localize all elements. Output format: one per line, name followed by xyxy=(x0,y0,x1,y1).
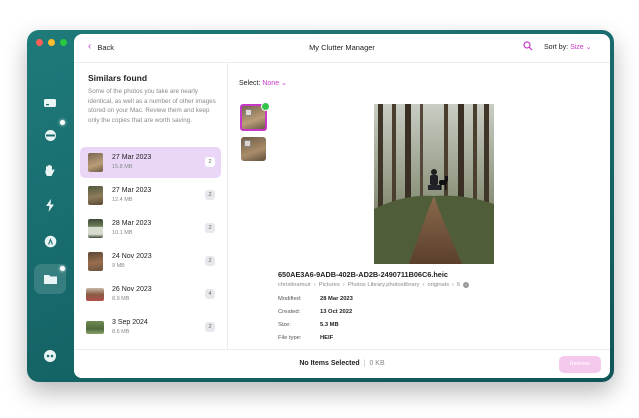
info-key: Modified: xyxy=(278,296,302,302)
path-separator: › xyxy=(422,282,425,288)
lightning-speed-icon[interactable] xyxy=(39,194,61,216)
checkbox[interactable] xyxy=(244,140,251,147)
group-size: 8.6 MB xyxy=(112,329,130,335)
hand-privacy-icon[interactable] xyxy=(39,159,61,181)
path-separator: › xyxy=(313,282,316,288)
info-value: 5.3 MB xyxy=(320,322,339,328)
path-segment[interactable]: 6 xyxy=(457,282,460,288)
disk-cleanup-icon[interactable] xyxy=(39,124,61,146)
group-thumbnail xyxy=(88,252,103,271)
group-date: 27 Mar 2023 xyxy=(112,154,152,161)
group-date: 24 Nov 2023 xyxy=(112,253,152,260)
selection-size: 0 KB xyxy=(369,360,385,367)
checkbox[interactable] xyxy=(245,109,252,116)
path-segment[interactable]: Pictures xyxy=(319,282,340,288)
app-window: ‹ Back My Clutter Manager Sort by: Size … xyxy=(27,30,614,382)
path-separator: › xyxy=(342,282,345,288)
group-date: 28 Mar 2023 xyxy=(112,220,152,227)
best-copy-badge xyxy=(261,102,270,111)
sort-label: Sort by: xyxy=(544,44,569,51)
footer-bar: No Items Selected | 0 KB Remove xyxy=(74,349,610,378)
photo-thumbnail-selected[interactable] xyxy=(240,102,270,131)
toolbar: ‹ Back My Clutter Manager Sort by: Size … xyxy=(74,34,610,63)
info-key: Size: xyxy=(278,322,291,328)
info-value: 13 Oct 2022 xyxy=(320,309,353,315)
select-dropdown[interactable]: Select: None ⌄ xyxy=(239,79,287,87)
info-value: 28 Mar 2023 xyxy=(320,296,353,302)
similar-group-item[interactable]: 24 Nov 2023 9 MB 2 xyxy=(80,246,221,277)
group-thumbnail xyxy=(86,288,104,301)
search-icon[interactable] xyxy=(523,41,535,53)
similar-group-item[interactable]: 3 Sep 2024 8.6 MB 2 xyxy=(80,312,221,343)
group-count-badge: 2 xyxy=(205,157,215,167)
reveal-in-finder-icon[interactable]: › xyxy=(463,282,470,288)
section-description: Some of the photos you take are nearly i… xyxy=(88,88,216,124)
sidebar xyxy=(27,30,74,382)
group-thumbnail xyxy=(88,153,103,172)
selection-status: No Items Selected xyxy=(299,360,360,367)
chevron-down-icon: ⌄ xyxy=(281,80,287,87)
file-path-breadcrumb: christinamuir › Pictures › Photos Librar… xyxy=(278,282,470,288)
group-thumbnail xyxy=(86,321,104,334)
sort-value: Size xyxy=(570,44,584,51)
group-size: 10.1 MB xyxy=(112,230,133,236)
chevron-down-icon: ⌄ xyxy=(585,44,592,51)
info-value: HEIF xyxy=(320,335,334,341)
applications-icon[interactable] xyxy=(39,230,61,252)
drive-icon[interactable] xyxy=(39,91,61,113)
desktop: ‹ Back My Clutter Manager Sort by: Size … xyxy=(0,0,639,418)
group-date: 26 Nov 2023 xyxy=(112,286,152,293)
assistant-icon[interactable] xyxy=(39,345,61,367)
group-date: 3 Sep 2024 xyxy=(112,319,148,326)
sort-dropdown[interactable]: Sort by: Size ⌄ xyxy=(544,43,592,51)
group-count-badge: 2 xyxy=(205,223,215,233)
similar-group-item[interactable]: 28 Mar 2023 10.1 MB 2 xyxy=(80,213,221,244)
path-segment[interactable]: Photos Library.photoslibrary xyxy=(348,282,420,288)
similar-group-item[interactable]: 27 Mar 2023 15.8 MB 2 xyxy=(80,147,221,178)
select-value: None xyxy=(262,80,280,87)
info-key: Created: xyxy=(278,309,301,315)
group-count-badge: 2 xyxy=(205,190,215,200)
group-count-badge: 4 xyxy=(205,289,215,299)
group-size: 8.9 MB xyxy=(112,296,130,302)
group-count-badge: 2 xyxy=(205,322,215,332)
group-size: 12.4 MB xyxy=(112,197,133,203)
selection-summary: No Items Selected | 0 KB xyxy=(74,360,610,367)
remove-button[interactable]: Remove xyxy=(559,356,601,373)
group-size: 9 MB xyxy=(112,263,125,269)
divider: | xyxy=(363,360,366,367)
similars-list-panel: Similars found Some of the photos you ta… xyxy=(74,63,228,378)
path-separator: › xyxy=(451,282,454,288)
photo-thumbnail[interactable] xyxy=(241,137,266,161)
select-label: Select: xyxy=(239,80,261,87)
group-count-badge: 2 xyxy=(205,256,215,266)
similar-group-item[interactable]: 27 Mar 2023 12.4 MB 2 xyxy=(80,180,221,211)
similar-group-item[interactable]: 26 Nov 2023 8.9 MB 4 xyxy=(80,279,221,310)
photo-preview xyxy=(374,104,494,264)
group-size: 15.8 MB xyxy=(112,164,133,170)
info-key: File type: xyxy=(278,335,302,341)
path-segment[interactable]: originals xyxy=(427,282,449,288)
file-name: 650AE3A6-9ADB-402B-AD2B-2490711B06C6.hei… xyxy=(278,270,448,279)
active-dot xyxy=(60,266,65,271)
path-segment[interactable]: christinamuir xyxy=(278,282,311,288)
notification-dot xyxy=(60,120,65,125)
section-title: Similars found xyxy=(88,73,148,83)
group-thumbnail xyxy=(88,186,103,205)
group-thumbnail xyxy=(88,219,103,238)
main-panel: ‹ Back My Clutter Manager Sort by: Size … xyxy=(74,34,610,378)
group-date: 27 Mar 2023 xyxy=(112,187,152,194)
